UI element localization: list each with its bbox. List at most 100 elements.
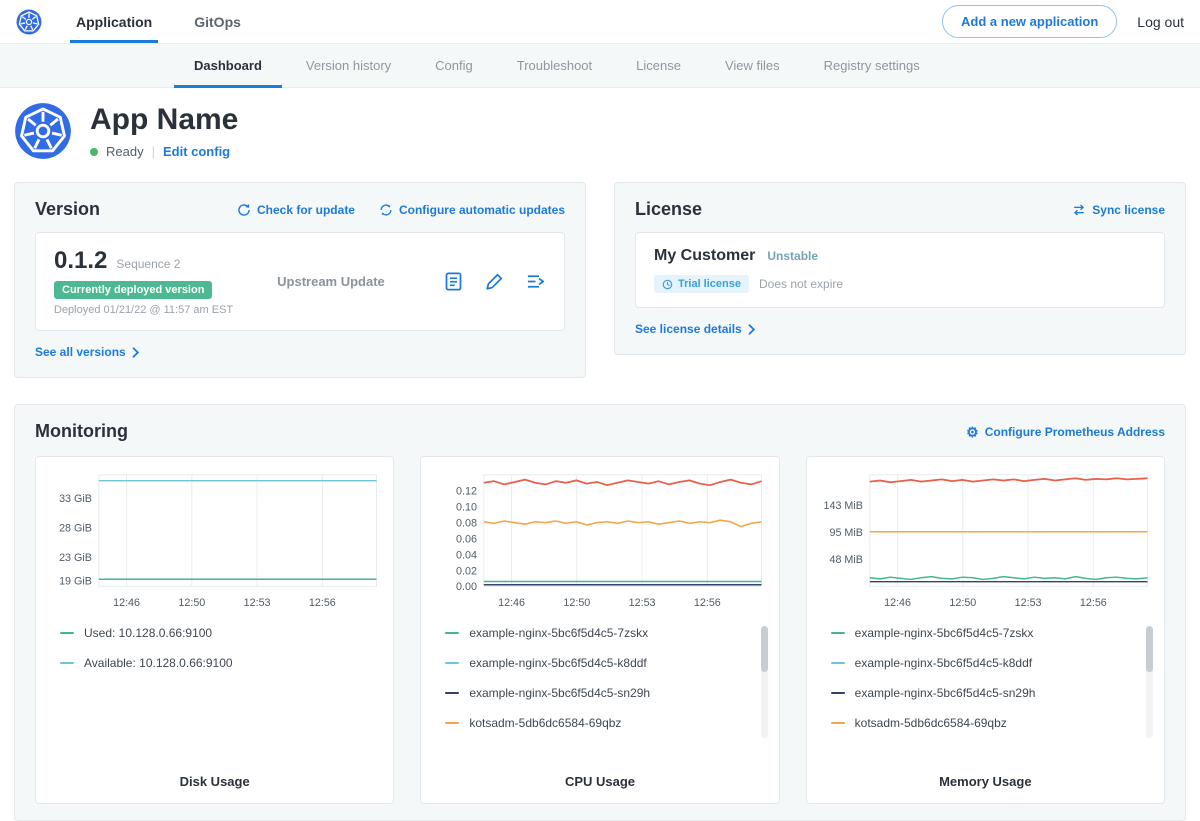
version-card: Version Check for update Configure autom… [14, 182, 586, 378]
svg-text:0.06: 0.06 [456, 533, 477, 545]
gear-icon: ⚙ [966, 425, 979, 439]
subnav-tab-license[interactable]: License [614, 44, 703, 87]
configure-prometheus-label: Configure Prometheus Address [985, 425, 1165, 439]
configure-prometheus-link[interactable]: ⚙ Configure Prometheus Address [966, 425, 1165, 439]
customer-name: My Customer [654, 247, 755, 265]
legend-color-dash [831, 722, 845, 724]
legend-items: Used: 10.128.0.66:9100 Available: 10.128.… [60, 626, 371, 670]
edit-config-link[interactable]: Edit config [163, 144, 230, 159]
legend-color-dash [445, 632, 459, 634]
memory-usage-legend: example-nginx-5bc6f5d4c5-7zskx example-ng… [817, 624, 1154, 774]
svg-text:95 MiB: 95 MiB [829, 527, 862, 539]
auto-update-icon [379, 203, 393, 217]
status-dot-icon [90, 148, 98, 156]
legend-label: example-nginx-5bc6f5d4c5-sn29h [855, 686, 1036, 700]
version-card-header: Version Check for update Configure autom… [35, 199, 565, 220]
page-title: App Name [90, 103, 238, 137]
legend-label: example-nginx-5bc6f5d4c5-7zskx [469, 626, 648, 640]
chart-title: CPU Usage [431, 774, 768, 789]
current-version-box: 0.1.2 Sequence 2 Currently deployed vers… [35, 232, 565, 331]
version-action-icons [443, 271, 546, 292]
subnav-tab-registry-settings[interactable]: Registry settings [802, 44, 942, 87]
see-all-versions-link[interactable]: See all versions [35, 345, 139, 359]
disk-usage-chart: 12:4612:5012:5312:5619 GiB23 GiB28 GiB33… [46, 467, 383, 616]
monitoring-header: Monitoring ⚙ Configure Prometheus Addres… [35, 421, 1165, 442]
app-status-row: Ready | Edit config [90, 144, 238, 159]
subnav-tab-troubleshoot[interactable]: Troubleshoot [495, 44, 614, 87]
svg-text:28 GiB: 28 GiB [59, 523, 92, 535]
legend-label: Used: 10.128.0.66:9100 [84, 626, 212, 640]
version-info: 0.1.2 Sequence 2 Currently deployed vers… [54, 247, 233, 316]
svg-text:12:53: 12:53 [1014, 597, 1041, 609]
legend-scrollbar[interactable] [761, 626, 768, 738]
memory-usage-panel: 12:4612:5012:5312:5648 MiB95 MiB143 MiB … [806, 456, 1165, 804]
sync-license-link[interactable]: Sync license [1072, 203, 1165, 217]
svg-text:0.00: 0.00 [456, 581, 477, 593]
svg-text:12:53: 12:53 [244, 597, 271, 609]
see-license-details-link[interactable]: See license details [635, 322, 755, 336]
legend-label: example-nginx-5bc6f5d4c5-k8ddf [469, 656, 646, 670]
app-logo-icon [14, 102, 72, 160]
see-license-details-label: See license details [635, 322, 742, 336]
version-card-links: Check for update Configure automatic upd… [237, 203, 565, 217]
svg-text:12:56: 12:56 [309, 597, 336, 609]
app-header-info: App Name Ready | Edit config [90, 103, 238, 159]
edit-config-icon[interactable] [484, 271, 505, 292]
legend-item: example-nginx-5bc6f5d4c5-sn29h [445, 686, 756, 700]
app-subnav: Dashboard Version history Config Trouble… [0, 44, 1200, 88]
see-all-versions-label: See all versions [35, 345, 126, 359]
configure-automatic-updates-label: Configure automatic updates [399, 203, 565, 217]
subnav-tab-config[interactable]: Config [413, 44, 495, 87]
expiry-label: Does not expire [759, 277, 843, 291]
tab-gitops[interactable]: GitOps [178, 0, 257, 43]
chart-title: Memory Usage [817, 774, 1154, 789]
version-number: 0.1.2 [54, 247, 107, 275]
logout-link[interactable]: Log out [1137, 14, 1184, 30]
check-for-update-link[interactable]: Check for update [237, 203, 355, 217]
deploy-logs-icon[interactable] [525, 271, 546, 292]
scrollbar-thumb[interactable] [1146, 626, 1153, 672]
upstream-update-label: Upstream Update [277, 274, 385, 289]
legend-item: Used: 10.128.0.66:9100 [60, 626, 371, 640]
tab-application[interactable]: Application [60, 0, 168, 43]
disk-usage-legend: Used: 10.128.0.66:9100 Available: 10.128.… [46, 624, 383, 774]
cpu-usage-panel: 12:4612:5012:5312:560.000.020.040.060.08… [420, 456, 779, 804]
legend-color-dash [60, 662, 74, 664]
legend-item: example-nginx-5bc6f5d4c5-7zskx [831, 626, 1142, 640]
subnav-tab-dashboard[interactable]: Dashboard [172, 44, 284, 87]
cpu-usage-legend: example-nginx-5bc6f5d4c5-7zskx example-ng… [431, 624, 768, 774]
svg-text:0.10: 0.10 [456, 502, 477, 514]
legend-items: example-nginx-5bc6f5d4c5-7zskx example-ng… [831, 626, 1142, 730]
main-content: Version Check for update Configure autom… [0, 176, 1200, 821]
legend-label: example-nginx-5bc6f5d4c5-7zskx [855, 626, 1034, 640]
legend-item: example-nginx-5bc6f5d4c5-sn29h [831, 686, 1142, 700]
configure-automatic-updates-link[interactable]: Configure automatic updates [379, 203, 565, 217]
monitoring-title: Monitoring [35, 421, 128, 442]
release-notes-icon[interactable] [443, 271, 464, 292]
legend-color-dash [60, 632, 74, 634]
scrollbar-thumb[interactable] [761, 626, 768, 672]
refresh-icon [237, 203, 251, 217]
add-application-button[interactable]: Add a new application [942, 5, 1117, 38]
legend-scrollbar[interactable] [1146, 626, 1153, 738]
chevron-right-icon [132, 347, 139, 358]
svg-text:12:46: 12:46 [498, 597, 525, 609]
legend-color-dash [831, 632, 845, 634]
chart-title: Disk Usage [46, 774, 383, 789]
svg-text:12:50: 12:50 [564, 597, 591, 609]
tab-application-label: Application [76, 14, 152, 30]
legend-label: example-nginx-5bc6f5d4c5-sn29h [469, 686, 650, 700]
legend-color-dash [445, 692, 459, 694]
subnav-tab-version-history[interactable]: Version history [284, 44, 413, 87]
svg-text:0.04: 0.04 [456, 549, 477, 561]
subnav-tab-view-files[interactable]: View files [703, 44, 802, 87]
topnav-tabs: Application GitOps [60, 0, 267, 43]
svg-text:0.08: 0.08 [456, 517, 477, 529]
legend-label: Available: 10.128.0.66:9100 [84, 656, 233, 670]
sync-icon [1072, 203, 1086, 217]
legend-item: example-nginx-5bc6f5d4c5-7zskx [445, 626, 756, 640]
license-details-box: My Customer Unstable Trial license Does … [635, 232, 1165, 308]
svg-text:12:46: 12:46 [113, 597, 140, 609]
top-nav: Application GitOps Add a new application… [0, 0, 1200, 44]
svg-text:0.12: 0.12 [456, 486, 477, 498]
